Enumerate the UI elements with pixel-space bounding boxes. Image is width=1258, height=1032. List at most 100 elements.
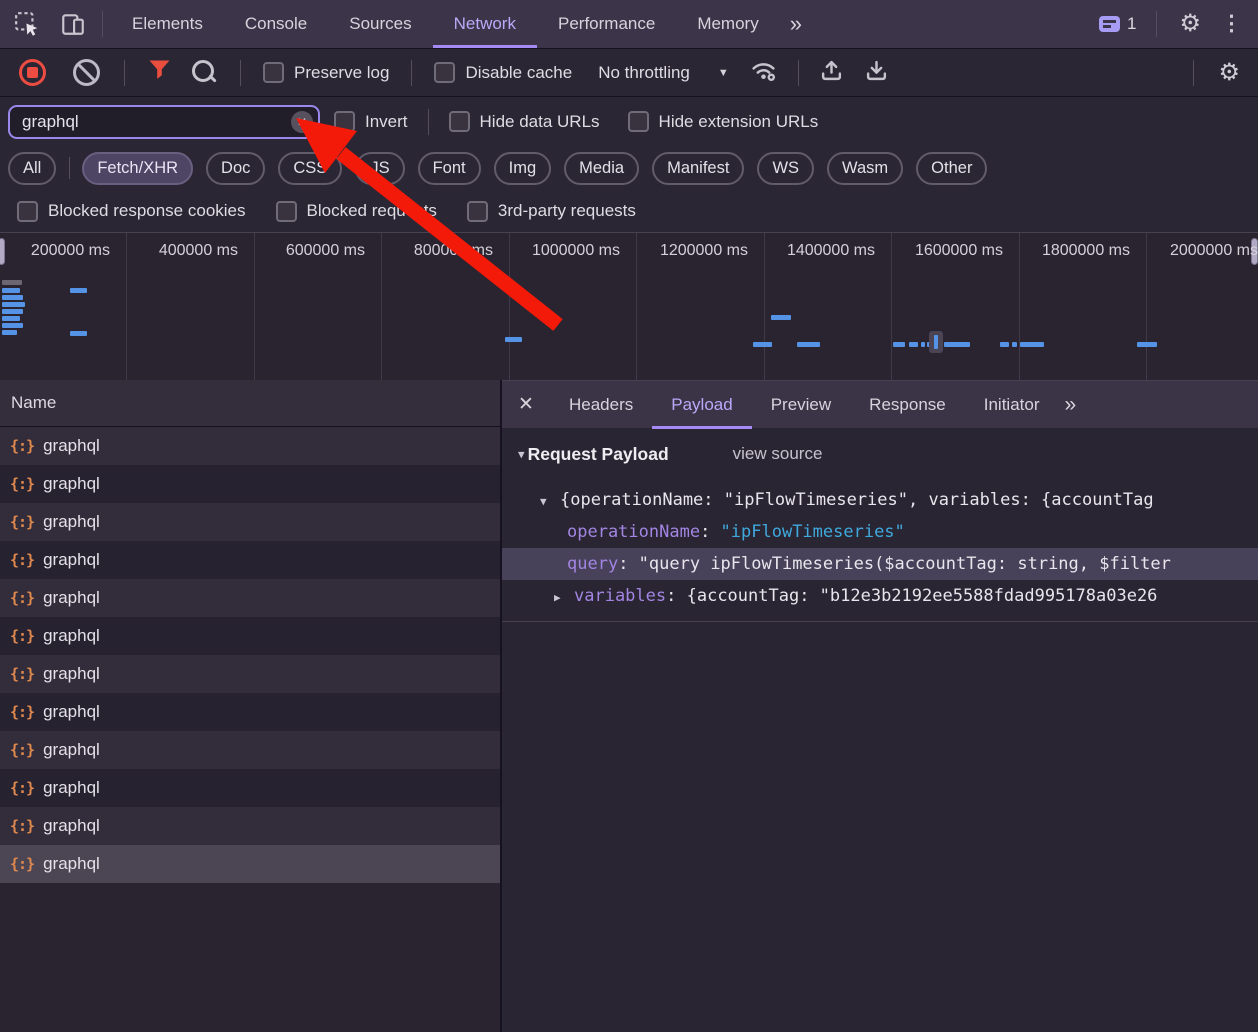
- network-filter-row: graphql ✕ Invert Hide data URLs Hide ext…: [0, 97, 1258, 146]
- request-row[interactable]: {:}graphql: [0, 807, 500, 845]
- json-braces-icon: {:}: [10, 817, 34, 835]
- resource-type-chip[interactable]: Img: [494, 152, 552, 185]
- resource-type-chip[interactable]: Font: [418, 152, 481, 185]
- device-toolbar-icon[interactable]: [50, 0, 96, 48]
- timeline-tick-label: 600000 ms: [286, 242, 365, 260]
- more-details-tabs-icon[interactable]: »: [1058, 381, 1082, 429]
- disable-cache-checkbox[interactable]: Disable cache: [434, 62, 572, 83]
- triangle-down-icon[interactable]: ▼: [518, 448, 525, 461]
- settings-gear-icon[interactable]: ⚙: [1165, 0, 1215, 48]
- view-source-link[interactable]: view source: [733, 444, 823, 464]
- panel-tab[interactable]: Performance: [537, 0, 676, 48]
- request-row[interactable]: {:}graphql: [0, 731, 500, 769]
- filter-checkbox[interactable]: Blocked requests: [276, 201, 437, 222]
- filter-funnel-icon[interactable]: [149, 60, 170, 85]
- request-row[interactable]: {:}graphql: [0, 617, 500, 655]
- payload-entry-row[interactable]: operationName: "ipFlowTimeseries": [502, 516, 1258, 548]
- payload-key: query: [567, 554, 618, 574]
- timeline-gridline: [126, 233, 127, 380]
- timeline-request-bar: [1137, 342, 1157, 347]
- chevron-down-icon: ▼: [718, 67, 729, 79]
- import-har-icon[interactable]: [820, 59, 843, 87]
- record-network-log-icon[interactable]: [19, 59, 46, 86]
- request-row[interactable]: {:}graphql: [0, 769, 500, 807]
- timeline-left-handle[interactable]: [0, 238, 5, 265]
- resource-type-chip[interactable]: Wasm: [827, 152, 903, 185]
- timeline-tick-label: 200000 ms: [31, 242, 110, 260]
- filter-checkbox[interactable]: 3rd-party requests: [467, 201, 636, 222]
- request-row[interactable]: {:}graphql: [0, 845, 500, 883]
- issues-button[interactable]: 1: [1099, 14, 1136, 34]
- details-tab[interactable]: Response: [850, 381, 965, 429]
- issues-count: 1: [1127, 14, 1136, 34]
- resource-type-chip[interactable]: Fetch/XHR: [82, 152, 193, 185]
- resource-type-chip[interactable]: Other: [916, 152, 987, 185]
- resource-type-chip[interactable]: Media: [564, 152, 639, 185]
- timeline-request-bar: [2, 309, 23, 314]
- request-row[interactable]: {:}graphql: [0, 579, 500, 617]
- details-tab[interactable]: Initiator: [965, 381, 1059, 429]
- payload-root-row[interactable]: ▼{operationName: "ipFlowTimeseries", var…: [502, 484, 1258, 516]
- export-har-icon[interactable]: [865, 59, 888, 87]
- panel-tab[interactable]: Network: [433, 0, 537, 48]
- timeline-request-bar: [909, 342, 918, 347]
- preserve-log-checkbox[interactable]: Preserve log: [263, 62, 389, 83]
- resource-type-chip[interactable]: CSS: [278, 152, 342, 185]
- json-braces-icon: {:}: [10, 589, 34, 607]
- timeline-request-bar: [893, 342, 905, 347]
- filter-checkbox[interactable]: Blocked response cookies: [17, 201, 246, 222]
- payload-value: "query ipFlowTimeseries($accountTag: str…: [639, 554, 1171, 574]
- resource-type-chip[interactable]: Manifest: [652, 152, 744, 185]
- divider: [1193, 60, 1194, 86]
- network-conditions-icon[interactable]: [750, 59, 777, 87]
- request-row[interactable]: {:}graphql: [0, 427, 500, 465]
- request-row[interactable]: {:}graphql: [0, 693, 500, 731]
- timeline-request-bar: [505, 337, 522, 342]
- json-braces-icon: {:}: [10, 855, 34, 873]
- resource-type-chip[interactable]: JS: [355, 152, 404, 185]
- panel-tab[interactable]: Sources: [328, 0, 432, 48]
- network-overview-timeline[interactable]: 200000 ms400000 ms600000 ms800000 ms1000…: [0, 232, 1258, 381]
- kebab-menu-icon[interactable]: ⋮: [1215, 0, 1258, 48]
- hide-data-urls-checkbox[interactable]: Hide data URLs: [449, 111, 600, 132]
- inspect-element-icon[interactable]: [4, 0, 50, 48]
- divider: [240, 60, 241, 86]
- divider: [102, 11, 103, 37]
- panel-tab[interactable]: Elements: [111, 0, 224, 48]
- triangle-right-icon[interactable]: ▶: [554, 582, 574, 612]
- divider: [411, 60, 412, 86]
- timeline-tick-label: 1800000 ms: [1042, 242, 1130, 260]
- invert-checkbox[interactable]: Invert: [334, 111, 408, 132]
- request-row[interactable]: {:}graphql: [0, 465, 500, 503]
- timeline-request-bar: [2, 316, 20, 321]
- payload-entry-row[interactable]: ▶variables: {accountTag: "b12e3b2192ee55…: [502, 580, 1258, 612]
- payload-entry-row[interactable]: query: "query ipFlowTimeseries($accountT…: [502, 548, 1258, 580]
- details-tab[interactable]: Preview: [752, 381, 850, 429]
- hide-extension-urls-checkbox[interactable]: Hide extension URLs: [628, 111, 819, 132]
- clear-network-log-icon[interactable]: [73, 59, 100, 86]
- close-icon[interactable]: ✕: [502, 393, 550, 416]
- request-row[interactable]: {:}graphql: [0, 655, 500, 693]
- more-panels-icon[interactable]: »: [780, 0, 812, 48]
- throttling-dropdown[interactable]: No throttling ▼: [598, 63, 729, 83]
- search-icon[interactable]: [192, 60, 214, 82]
- details-tab[interactable]: Headers: [550, 381, 652, 429]
- timeline-tick-label: 800000 ms: [414, 242, 493, 260]
- filter-input[interactable]: graphql ✕: [8, 105, 320, 139]
- request-row[interactable]: {:}graphql: [0, 541, 500, 579]
- resource-type-chip[interactable]: All: [8, 152, 56, 185]
- timeline-request-bar: [2, 330, 17, 335]
- panel-tab[interactable]: Memory: [676, 0, 779, 48]
- network-settings-gear-icon[interactable]: ⚙: [1204, 49, 1258, 97]
- clear-filter-icon[interactable]: ✕: [291, 111, 313, 133]
- name-column-header[interactable]: Name: [0, 380, 500, 427]
- resource-type-chip[interactable]: Doc: [206, 152, 265, 185]
- timeline-gridline: [254, 233, 255, 380]
- details-tab[interactable]: Payload: [652, 381, 751, 429]
- panel-tab[interactable]: Console: [224, 0, 328, 48]
- checkbox-icon: [628, 111, 649, 132]
- json-braces-icon: {:}: [10, 779, 34, 797]
- resource-type-chip[interactable]: WS: [757, 152, 814, 185]
- request-row[interactable]: {:}graphql: [0, 503, 500, 541]
- resource-type-filters: All Fetch/XHR Doc CSS JS Font Img Media Manifest…: [0, 146, 1258, 190]
